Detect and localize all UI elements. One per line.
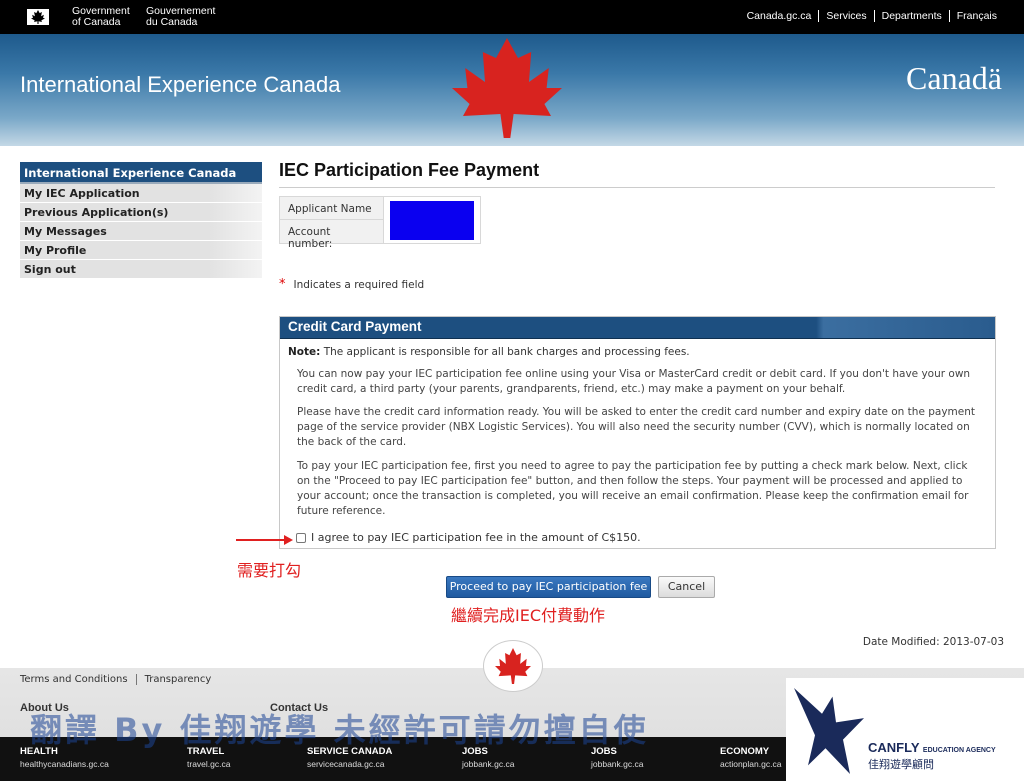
canada-wordmark: Canadä: [906, 60, 1002, 96]
agree-label[interactable]: I agree to pay IEC participation fee in …: [311, 531, 641, 544]
services-link[interactable]: Services: [819, 10, 873, 22]
required-star: *: [279, 277, 286, 292]
agree-row: I agree to pay IEC participation fee in …: [296, 531, 641, 544]
proceed-to-pay-button[interactable]: Proceed to pay IEC participation fee: [446, 576, 651, 598]
bank-charges-note: Note: The applicant is responsible for a…: [288, 346, 690, 358]
payment-info-paragraph: You can now pay your IEC participation f…: [297, 368, 971, 395]
canada-flag-icon: [19, 9, 57, 25]
arrow-annotation: [236, 539, 288, 541]
continue-payment-annotation: 繼續完成IEC付費動作: [451, 606, 606, 625]
sidebar-heading[interactable]: International Experience Canada: [20, 162, 262, 184]
government-of-canada-label[interactable]: Government of Canada: [72, 6, 130, 28]
sidebar-item-sign-out[interactable]: Sign out: [20, 260, 262, 279]
required-field-note: * Indicates a required field: [279, 277, 425, 292]
sidebar-item-my-iec-application[interactable]: My IEC Application: [20, 184, 262, 203]
footer-col-economy[interactable]: ECONOMY actionplan.gc.ca: [720, 746, 781, 769]
account-number-label: Account number:: [280, 220, 384, 250]
logo-tagline: EDUCATION AGENCY: [922, 747, 996, 754]
eagle-icon: [794, 688, 864, 774]
cancel-button[interactable]: Cancel: [658, 576, 715, 598]
agree-checkbox[interactable]: [296, 532, 306, 543]
gouvernement-du-canada-label[interactable]: Gouvernement du Canada: [146, 6, 215, 28]
applicant-info-box: Applicant Name Account number:: [279, 196, 481, 250]
translation-watermark: 翻譯 By 佳翔遊學 未經許可請勿擅自使: [30, 711, 649, 749]
sidebar-item-previous-applications[interactable]: Previous Application(s): [20, 203, 262, 222]
sidebar-item-my-profile[interactable]: My Profile: [20, 241, 262, 260]
logo-chinese-name: 佳翔遊學顧問: [868, 758, 934, 771]
departments-link[interactable]: Departments: [875, 10, 949, 22]
terms-link[interactable]: Terms and Conditions: [20, 674, 128, 685]
applicant-name-label: Applicant Name: [280, 197, 384, 220]
transparency-link[interactable]: Transparency: [145, 674, 212, 685]
site-banner: International Experience Canada Canadä: [0, 34, 1024, 146]
logo-name: CANFLY: [868, 740, 920, 755]
footer-links: Terms and Conditions Transparency: [20, 674, 211, 685]
canada-gc-link[interactable]: Canada.gc.ca: [740, 10, 819, 22]
card-info-paragraph: Please have the credit card information …: [297, 406, 976, 448]
page-title: IEC Participation Fee Payment: [279, 160, 540, 180]
sidebar-item-my-messages[interactable]: My Messages: [20, 222, 262, 241]
government-header-bar: Government of Canada Gouvernement du Can…: [0, 0, 1024, 34]
credit-card-panel: Credit Card Payment Note: The applicant …: [279, 316, 996, 549]
redacted-applicant-info: [390, 201, 474, 240]
title-divider: [279, 187, 995, 188]
credit-card-heading: Credit Card Payment: [280, 317, 995, 339]
check-required-annotation: 需要打勾: [237, 561, 302, 580]
date-modified: Date Modified: 2013-07-03: [862, 636, 1004, 648]
francais-link[interactable]: Français: [950, 10, 1004, 22]
site-title: International Experience Canada: [20, 72, 341, 97]
sidebar-nav: International Experience Canada My IEC A…: [20, 162, 262, 279]
maple-leaf-icon: [452, 38, 562, 138]
instructions-paragraph: To pay your IEC participation fee, first…: [297, 460, 969, 517]
canfly-logo: CANFLY EDUCATION AGENCY 佳翔遊學顧問: [786, 678, 1024, 781]
arrow-head-icon: [284, 535, 293, 545]
